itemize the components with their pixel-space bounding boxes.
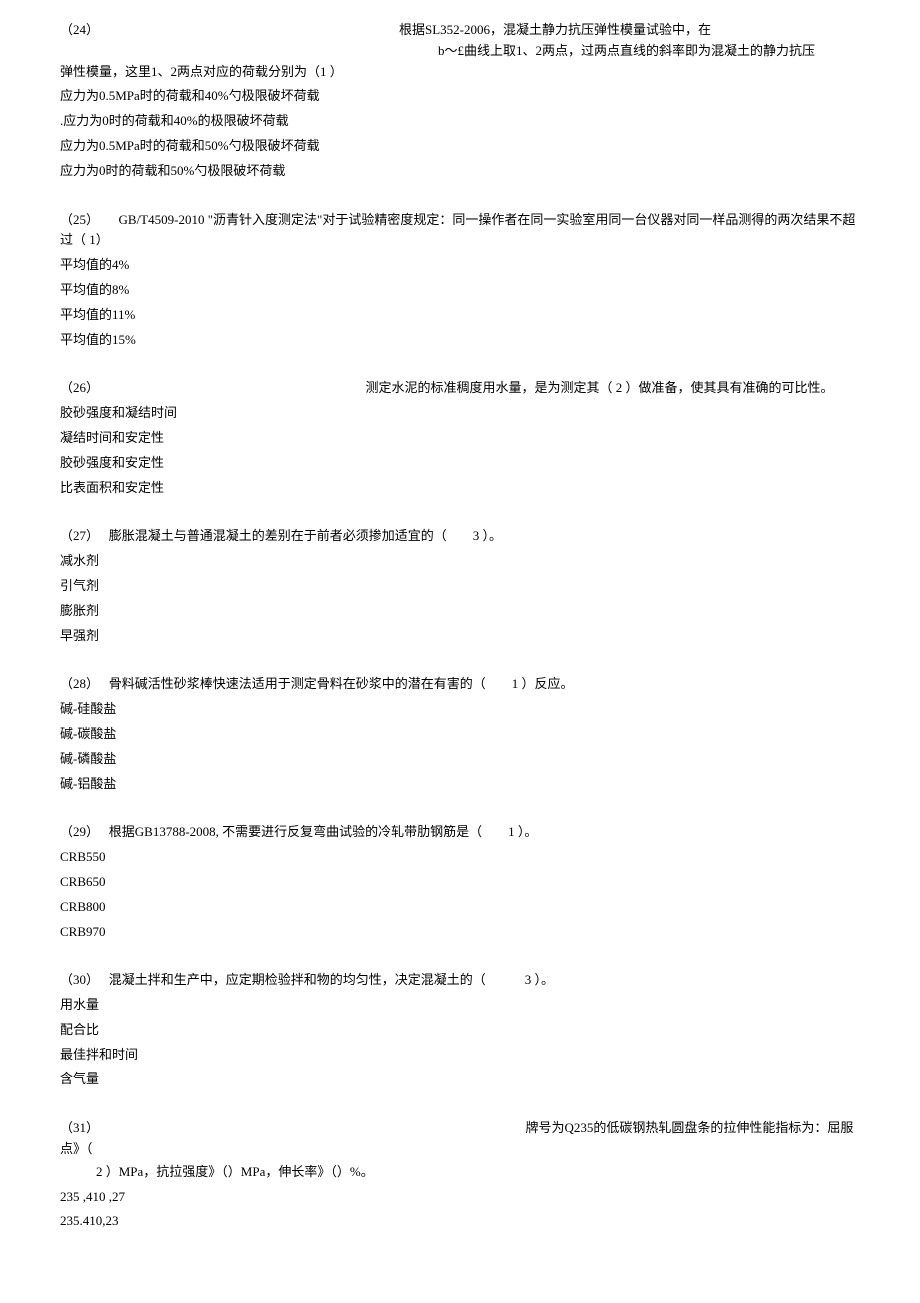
q31-number: （31） (60, 1120, 99, 1135)
q26-option-a: 胶砂强度和凝结时间 (60, 403, 860, 424)
q31-text-line2: 2 ）MPa，抗拉强度》（）MPa，伸长率》（）%。 (96, 1162, 860, 1183)
q31-option-a: 235 ,410 ,27 (60, 1187, 860, 1208)
q26-option-b: 凝结时间和安定性 (60, 428, 860, 449)
q30-text: 混凝土拌和生产中，应定期检验拌和物的均匀性，决定混凝土的（ 3 ）。 (109, 972, 554, 987)
question-27: （27） 膨胀混凝土与普通混凝土的差别在于前者必须掺加适宜的（ 3 ）。 减水剂… (60, 526, 860, 646)
q24-text-line2: b～£曲线上取1、2两点，过两点直线的斜率即为混凝土的静力抗压 (438, 41, 860, 62)
q27-option-c: 膨胀剂 (60, 601, 860, 622)
q24-option-b: .应力为0时的荷载和40%的极限破坏荷载 (60, 111, 860, 132)
q24-option-a: 应力为0.5MPa时的荷载和40%勺极限破坏荷载 (60, 86, 860, 107)
question-26: （26） 测定水泥的标准稠度用水量，是为测定其（ 2 ）做准备，使其具有准确的可… (60, 378, 860, 498)
q24-number: （24） (60, 20, 99, 41)
q28-option-a: 碱-硅酸盐 (60, 699, 860, 720)
q27-number: （27） (60, 528, 99, 543)
question-28: （28） 骨料碱活性砂浆棒快速法适用于测定骨料在砂浆中的潜在有害的（ 1 ）反应… (60, 674, 860, 794)
q29-text: 根据GB13788-2008, 不需要进行反复弯曲试验的冷轧带肋钢筋是（ 1 ）… (109, 824, 538, 839)
q27-option-d: 早强剂 (60, 626, 860, 647)
q26-text: 测定水泥的标准稠度用水量，是为测定其（ 2 ）做准备，使其具有准确的可比性。 (366, 380, 834, 395)
q29-option-b: CRB650 (60, 872, 860, 893)
q27-option-a: 减水剂 (60, 551, 860, 572)
q24-option-d: 应力为0时的荷载和50%勺极限破坏荷载 (60, 161, 860, 182)
q27-text: 膨胀混凝土与普通混凝土的差别在于前者必须掺加适宜的（ 3 ）。 (109, 528, 502, 543)
q24-text-line1: 根据SL352-2006，混凝土静力抗压弹性模量试验中，在 (399, 20, 711, 41)
question-31: （31） 牌号为Q235的低碳钢热轧圆盘条的拉伸性能指标为：屈服点》（ 2 ）M… (60, 1118, 860, 1232)
q27-option-b: 引气剂 (60, 576, 860, 597)
q29-number: （29） (60, 824, 99, 839)
q28-option-b: 碱-碳酸盐 (60, 724, 860, 745)
question-25: （25） GB/T4509-2010 "沥青针入度测定法"对于试验精密度规定：同… (60, 210, 860, 351)
q28-option-d: 碱-铝酸盐 (60, 774, 860, 795)
q25-text: GB/T4509-2010 "沥青针入度测定法"对于试验精密度规定：同一操作者在… (60, 212, 855, 248)
q24-option-c: 应力为0.5MPa时的荷载和50%勺极限破坏荷载 (60, 136, 860, 157)
q25-option-a: 平均值的4% (60, 255, 860, 276)
q29-option-d: CRB970 (60, 922, 860, 943)
q25-option-d: 平均值的15% (60, 330, 860, 351)
question-30: （30） 混凝土拌和生产中，应定期检验拌和物的均匀性，决定混凝土的（ 3 ）。 … (60, 970, 860, 1090)
q30-option-b: 配合比 (60, 1020, 860, 1041)
q25-option-b: 平均值的8% (60, 280, 860, 301)
q30-option-a: 用水量 (60, 995, 860, 1016)
q31-option-b: 235.410,23 (60, 1211, 860, 1232)
q29-option-c: CRB800 (60, 897, 860, 918)
q26-number: （26） (60, 380, 99, 395)
question-29: （29） 根据GB13788-2008, 不需要进行反复弯曲试验的冷轧带肋钢筋是… (60, 822, 860, 942)
q25-number: （25） (60, 212, 99, 227)
q30-option-c: 最佳拌和时间 (60, 1045, 860, 1066)
q26-option-d: 比表面积和安定性 (60, 478, 860, 499)
q25-option-c: 平均值的11% (60, 305, 860, 326)
q26-option-c: 胶砂强度和安定性 (60, 453, 860, 474)
q30-option-d: 含气量 (60, 1069, 860, 1090)
q28-number: （28） (60, 676, 99, 691)
q28-text: 骨料碱活性砂浆棒快速法适用于测定骨料在砂浆中的潜在有害的（ 1 ）反应。 (109, 676, 574, 691)
q28-option-c: 碱-磷酸盐 (60, 749, 860, 770)
question-24: （24） 根据SL352-2006，混凝土静力抗压弹性模量试验中，在 b～£曲线… (60, 20, 860, 182)
q31-text-line1: 牌号为Q235的低碳钢热轧圆盘条的拉伸性能指标为：屈服点》（ (60, 1120, 853, 1156)
q29-option-a: CRB550 (60, 847, 860, 868)
q24-text-line3: 弹性模量，这里1、2两点对应的荷载分别为（1 ） (60, 62, 860, 83)
q30-number: （30） (60, 972, 99, 987)
